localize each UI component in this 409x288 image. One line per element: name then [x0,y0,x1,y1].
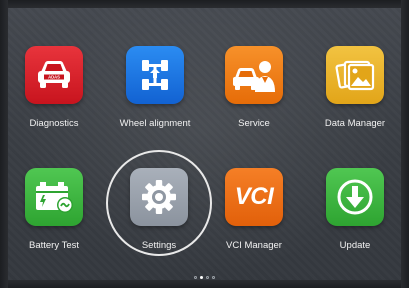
app-label: VCI Manager [226,240,282,251]
app-label: Diagnostics [29,118,79,129]
app-diagnostics[interactable]: ADAS Diagnostics [4,46,104,156]
adas-badge: ADAS [48,75,60,80]
page-dot-active[interactable] [200,276,203,279]
vci-manager-tile[interactable]: VCI [225,168,283,226]
selection-highlight-ring [106,150,212,256]
device-bezel-right [401,0,409,288]
app-label: Wheel alignment [119,118,191,129]
home-screen: ADAS Diagnostics Wheel alignment Service… [0,0,409,288]
diagnostics-tile[interactable]: ADAS [25,46,83,104]
app-label: Service [238,118,270,129]
device-bezel-top [0,0,409,8]
app-label: Data Manager [324,118,386,129]
app-label: Battery Test [29,240,79,251]
page-dot[interactable] [212,276,215,279]
app-vci-manager[interactable]: VCI VCI Manager [204,168,304,278]
battery-icon [36,182,73,213]
download-arrow-icon [337,179,373,215]
app-wheel-alignment[interactable]: Wheel alignment [105,46,205,156]
wheel-alignment-icon [142,60,168,90]
app-service[interactable]: Service [204,46,304,156]
device-bezel-left [0,0,8,288]
wheel-alignment-tile[interactable] [126,46,184,104]
page-dot[interactable] [194,276,197,279]
page-indicator[interactable] [0,276,409,279]
app-data-manager[interactable]: Data Manager [305,46,405,156]
car-adas-icon: ADAS [38,61,70,88]
update-tile[interactable] [326,168,384,226]
photo-gallery-icon [335,60,375,91]
vci-icon: VCI [234,183,274,210]
app-update[interactable]: Update [305,168,405,278]
battery-test-tile[interactable] [25,168,83,226]
app-label: Update [339,240,371,251]
app-battery-test[interactable]: Battery Test [4,168,104,278]
page-dot[interactable] [206,276,209,279]
device-bezel-bottom [0,280,409,288]
service-tile[interactable] [225,46,283,104]
service-technician-icon [233,61,275,92]
data-manager-tile[interactable] [326,46,384,104]
